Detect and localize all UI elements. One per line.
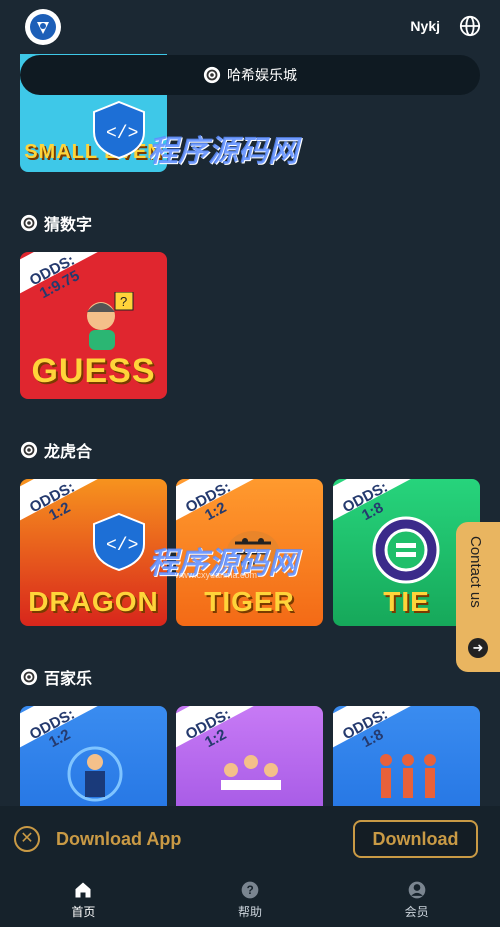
nav-home[interactable]: 首页 [0,872,167,927]
bottom-nav: 首页 ? 帮助 会员 [0,872,500,927]
nav-member[interactable]: 会员 [333,872,500,927]
nav-help[interactable]: ? 帮助 [167,872,334,927]
watermark-badge-icon: </> [93,512,145,572]
chip-icon [20,668,38,686]
download-app-text: Download App [56,829,182,849]
cheering-people-icon [380,754,436,798]
download-bar: ✕ Download App Download [0,806,500,872]
svg-text:?: ? [120,294,127,309]
svg-text:</>: </> [106,124,138,144]
card-label: DRAGON [28,586,159,617]
svg-text:?: ? [247,884,254,897]
close-icon[interactable]: ✕ [14,826,40,852]
chip-icon [203,66,221,84]
card-label: TIGER [204,586,295,617]
game-card-guess[interactable]: ODDS: 1:9.75 ? GUESS [20,252,167,399]
watermark-text: 程序源码网 [148,135,298,168]
contact-label: Contact us [467,536,484,608]
svg-text:</>: </> [106,536,138,556]
site-banner[interactable]: 哈希娱乐城 [20,55,480,95]
arrow-right-icon: ➜ [468,638,488,658]
game-card-baccarat-player[interactable]: ODDS: 1:2 [20,706,167,806]
game-card-baccarat-tie[interactable]: ODDS: 1:8 [333,706,480,806]
section-title-guess: 猜数字 [20,211,92,235]
chip-icon [20,214,38,232]
user-name[interactable]: Nykj [410,18,440,34]
download-button[interactable]: Download [353,820,478,858]
home-icon [75,882,91,898]
member-icon [408,881,426,899]
shield-logo-icon[interactable] [25,9,61,45]
card-label: GUESS [31,352,156,390]
businessman-icon [67,746,123,802]
banner-title: 哈希娱乐城 [227,67,297,83]
game-card-baccarat-banker[interactable]: ODDS: 1:2 [176,706,323,806]
watermark-url: www.cxyuanma.com [175,570,258,580]
help-icon: ? [241,881,259,899]
thinking-person-icon: ? [87,292,134,350]
section-title-dragon-tiger: 龙虎合 [20,438,92,462]
chip-icon [20,441,38,459]
card-table-icon [221,755,281,790]
watermark-badge-icon: </> [93,100,145,160]
contact-us-tab[interactable]: Contact us ➜ [456,522,500,672]
equal-sign-icon [372,516,440,584]
top-bar: Nykj [0,0,500,54]
game-list: SMALL EVEN 猜数字 ODDS: 1:9.75 ? GUESS 龙虎合 O… [0,0,500,806]
globe-icon[interactable] [459,15,481,37]
section-title-baccarat: 百家乐 [20,665,92,689]
